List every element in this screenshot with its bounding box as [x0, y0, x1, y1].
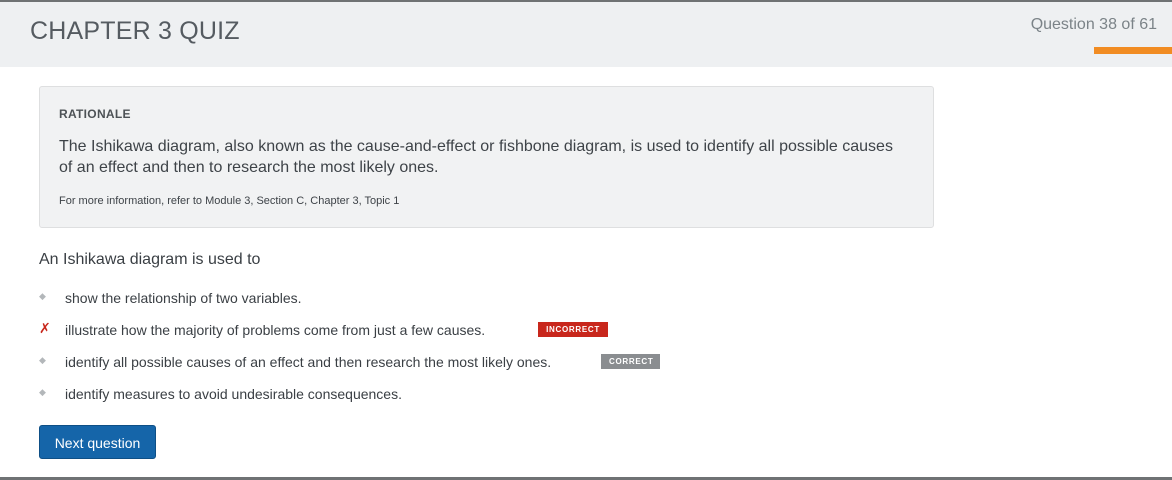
answer-text: illustrate how the majority of problems … [65, 322, 486, 338]
quiz-header: CHAPTER 3 QUIZ Question 38 of 61 [0, 2, 1172, 67]
incorrect-badge: INCORRECT [538, 322, 608, 337]
rationale-reference: For more information, refer to Module 3,… [59, 195, 400, 207]
answer-option: ◆ identify all possible causes of an eff… [39, 349, 939, 381]
rationale-panel: RATIONALE The Ishikawa diagram, also kno… [39, 86, 934, 228]
progress-indicator [1094, 47, 1172, 54]
answer-text: identify all possible causes of an effec… [65, 354, 552, 370]
bullet-icon: ◆ [39, 387, 46, 397]
answer-option: ◆ show the relationship of two variables… [39, 285, 939, 317]
next-question-button[interactable]: Next question [39, 425, 156, 459]
correct-badge: CORRECT [601, 354, 660, 369]
quiz-title: CHAPTER 3 QUIZ [30, 17, 240, 45]
rationale-title: RATIONALE [59, 107, 131, 121]
answer-option: ✗ illustrate how the majority of problem… [39, 317, 939, 349]
answer-list: ◆ show the relationship of two variables… [39, 285, 939, 413]
answer-option: ◆ identify measures to avoid undesirable… [39, 381, 939, 413]
answer-text: identify measures to avoid undesirable c… [65, 386, 402, 402]
rationale-body: The Ishikawa diagram, also known as the … [59, 138, 893, 176]
bullet-icon: ◆ [39, 291, 46, 301]
answer-text: show the relationship of two variables. [65, 290, 302, 306]
bullet-icon: ◆ [39, 355, 46, 365]
question-counter: Question 38 of 61 [1030, 16, 1157, 33]
question-text: An Ishikawa diagram is used to [39, 251, 261, 268]
incorrect-x-icon: ✗ [39, 320, 51, 336]
